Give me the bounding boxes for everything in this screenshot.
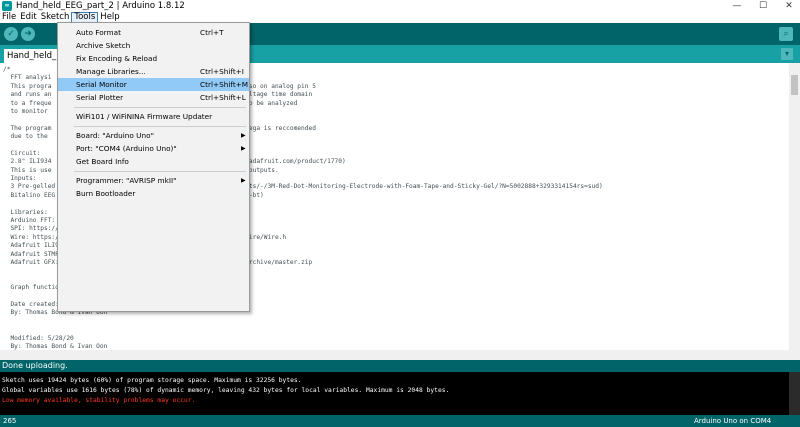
menu-item-label: Manage Libraries... [76,67,146,76]
maximize-button[interactable]: ☐ [752,0,774,12]
console-line: Global variables use 1616 bytes (78%) of… [2,386,450,394]
menu-item-shortcut: Ctrl+T [200,28,224,37]
menu-item-serial-plotter[interactable]: Serial Plotter Ctrl+Shift+L [58,91,249,104]
menu-item-burn-bootloader[interactable]: Burn Bootloader [58,187,249,200]
menu-item-fix-encoding[interactable]: Fix Encoding & Reload [58,52,249,65]
board-port-info: Arduino Uno on COM4 [694,417,772,425]
menu-separator [74,171,246,172]
submenu-arrow-icon: ▶ [241,145,246,152]
menu-item-shortcut: Ctrl+Shift+I [200,67,244,76]
menu-item-manage-libraries[interactable]: Manage Libraries... Ctrl+Shift+I [58,65,249,78]
menu-item-port[interactable]: Port: "COM4 (Arduino Uno)" ▶ [58,142,249,155]
title-bar: ∞ Hand_held_EEG_part_2 | Arduino 1.8.12 … [0,0,800,12]
menu-item-board-info[interactable]: Get Board Info [58,155,249,168]
menu-separator [74,107,246,108]
menu-item-label: Programmer: "AVRISP mkII" [76,176,177,185]
status-message: Done uploading. [0,360,800,372]
serial-monitor-button[interactable]: ⌕ [779,27,793,41]
menu-item-serial-monitor[interactable]: Serial Monitor Ctrl+Shift+M [58,78,249,91]
vertical-scrollbar[interactable] [789,63,800,360]
menu-separator [74,126,246,127]
upload-button[interactable]: ➜ [21,27,35,41]
window-title: Hand_held_EEG_part_2 | Arduino 1.8.12 [16,1,185,11]
menu-item-label: Fix Encoding & Reload [76,54,158,63]
footer-bar: 265 Arduino Uno on COM4 [0,415,800,427]
menu-item-label: WiFi101 / WiFiNINA Firmware Updater [76,112,213,121]
menu-item-board[interactable]: Board: "Arduino Uno" ▶ [58,129,249,142]
menu-edit[interactable]: Edit [18,12,38,23]
menu-item-archive-sketch[interactable]: Archive Sketch [58,39,249,52]
menu-file[interactable]: File [0,12,18,23]
menu-item-auto-format[interactable]: Auto Format Ctrl+T [58,26,249,39]
menu-item-programmer[interactable]: Programmer: "AVRISP mkII" ▶ [58,174,249,187]
tab-menu-button[interactable]: ▾ [781,48,793,60]
menu-item-shortcut: Ctrl+Shift+M [200,80,249,89]
menu-item-label: Port: "COM4 (Arduino Uno)" [76,144,177,153]
console-output: Sketch uses 19424 bytes (60%) of program… [0,372,800,415]
menu-item-label: Archive Sketch [76,41,131,50]
horizontal-scrollbar[interactable] [0,350,789,360]
console-line: Sketch uses 19424 bytes (60%) of program… [2,377,302,384]
menu-item-label: Auto Format [76,28,121,37]
menu-item-shortcut: Ctrl+Shift+L [200,93,246,102]
submenu-arrow-icon: ▶ [241,132,246,139]
console-warning: Low memory available, stability problems… [2,396,196,404]
close-button[interactable]: ✕ [778,0,800,12]
menu-item-label: Serial Monitor [76,80,127,89]
line-number: 265 [3,417,17,425]
console-scrollbar[interactable] [789,372,800,415]
verify-button[interactable]: ✓ [4,27,18,41]
menu-item-label: Get Board Info [76,157,129,166]
tools-dropdown-menu: Auto Format Ctrl+T Archive Sketch Fix En… [57,22,250,312]
menu-item-label: Board: "Arduino Uno" [76,131,154,140]
submenu-arrow-icon: ▶ [241,177,246,184]
arduino-icon: ∞ [2,1,12,11]
tab-sketch[interactable]: Hand_held_EEG_part_2 [4,49,59,63]
scrollbar-thumb[interactable] [791,75,798,95]
menu-item-label: Burn Bootloader [76,189,136,198]
minimize-button[interactable]: — [726,0,748,12]
menu-item-label: Serial Plotter [76,93,124,102]
code-line: Modified: 5/28/20 [3,334,74,342]
menu-item-firmware-updater[interactable]: WiFi101 / WiFiNINA Firmware Updater [58,110,249,123]
